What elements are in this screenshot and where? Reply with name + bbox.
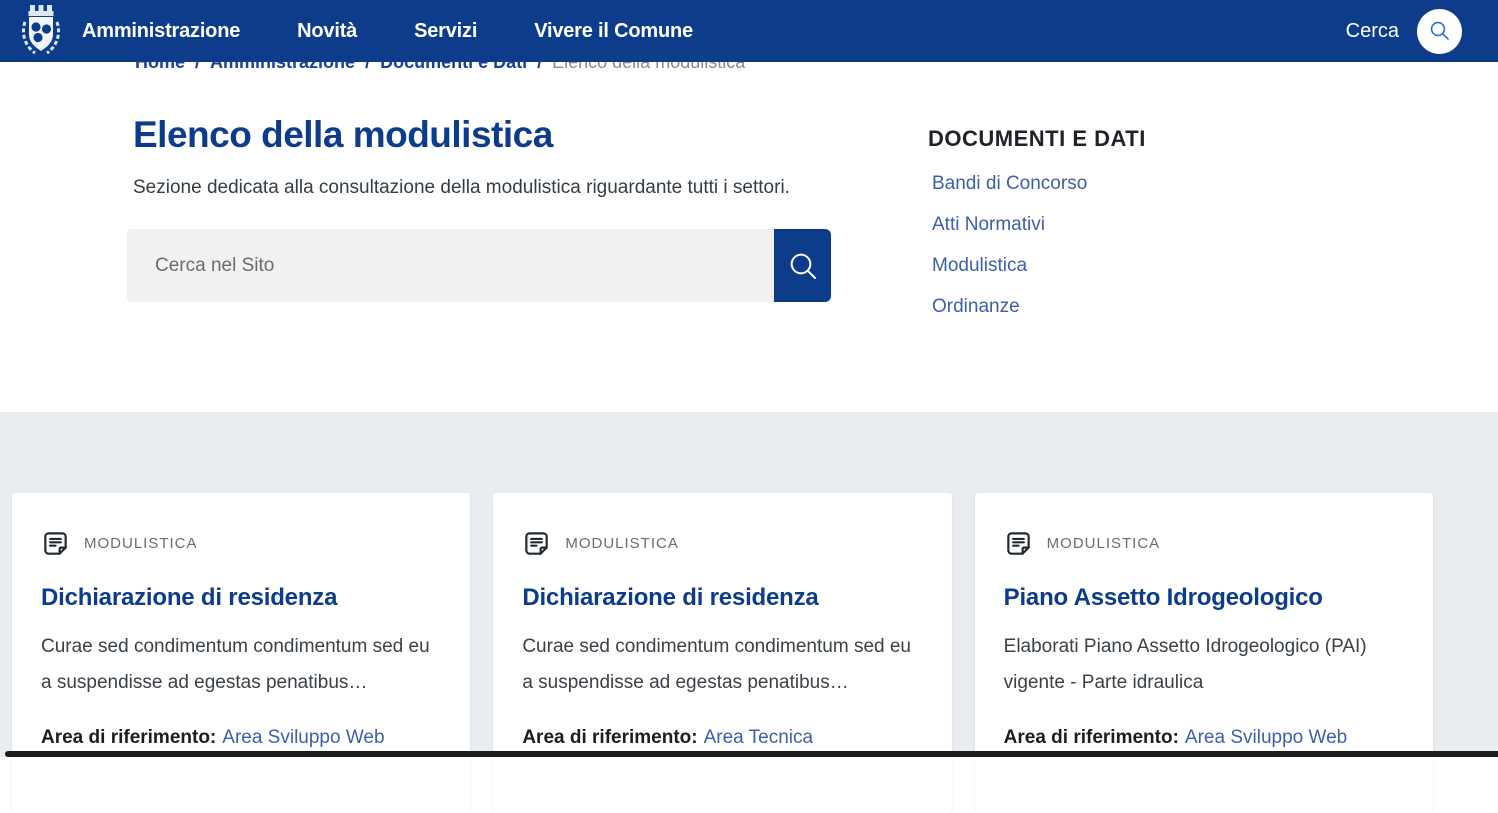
card-area-link[interactable]: Area Tecnica	[704, 727, 814, 748]
card-area-link[interactable]: Area Sviluppo Web	[1185, 727, 1347, 748]
sidebar-title: DOCUMENTI E DATI	[928, 126, 1228, 152]
card-description: Curae sed condimentum condimentum sed eu…	[41, 629, 440, 701]
note-icon	[41, 529, 70, 558]
navbar-search-area: Cerca	[1346, 9, 1462, 54]
card-description: Elaborati Piano Assetto Idrogeologico (P…	[1004, 629, 1403, 701]
nav-item-amministrazione[interactable]: Amministrazione	[82, 20, 240, 43]
card-area-label: Area di riferimento:	[1004, 727, 1179, 748]
card-title-link[interactable]: Dichiarazione di residenza	[522, 584, 921, 612]
card-category: MODULISTICA	[1047, 535, 1161, 552]
site-search-submit-button[interactable]	[774, 229, 831, 302]
sidebar-link-modulistica[interactable]: Modulistica	[932, 255, 1228, 277]
card-title-link[interactable]: Dichiarazione di residenza	[41, 584, 440, 612]
sidebar-link-ordinanze[interactable]: Ordinanze	[932, 296, 1228, 318]
note-icon	[1004, 529, 1033, 558]
cards-row: MODULISTICA Dichiarazione di residenza C…	[12, 493, 1433, 813]
results-section: MODULISTICA Dichiarazione di residenza C…	[0, 412, 1498, 757]
note-icon	[522, 529, 551, 558]
page-subtitle: Sezione dedicata alla consultazione dell…	[133, 177, 790, 199]
documents-sidebar: DOCUMENTI E DATI Bandi di Concorso Atti …	[928, 126, 1228, 337]
card-area-link[interactable]: Area Sviluppo Web	[222, 727, 384, 748]
nav-item-servizi[interactable]: Servizi	[414, 20, 477, 43]
top-navbar: Amministrazione Novità Servizi Vivere il…	[0, 0, 1498, 62]
nav-item-novita[interactable]: Novità	[297, 20, 357, 43]
page-title: Elenco della modulistica	[133, 114, 553, 156]
search-icon	[787, 250, 819, 282]
navbar-search-button[interactable]	[1417, 9, 1462, 54]
card-title-link[interactable]: Piano Assetto Idrogeologico	[1004, 584, 1403, 612]
card-category: MODULISTICA	[565, 535, 679, 552]
sidebar-link-bandi-di-concorso[interactable]: Bandi di Concorso	[932, 173, 1228, 195]
card-category: MODULISTICA	[84, 535, 198, 552]
nav-item-vivere-il-comune[interactable]: Vivere il Comune	[534, 20, 693, 43]
municipal-coat-of-arms-logo[interactable]	[18, 4, 64, 58]
site-search-form	[127, 229, 831, 302]
site-search-input[interactable]	[127, 229, 774, 302]
horizontal-scrollbar[interactable]	[5, 751, 1498, 757]
card-area-label: Area di riferimento:	[41, 727, 216, 748]
modulistica-card: MODULISTICA Dichiarazione di residenza C…	[493, 493, 951, 813]
main-navigation: Amministrazione Novità Servizi Vivere il…	[82, 20, 693, 43]
modulistica-card: MODULISTICA Piano Assetto Idrogeologico …	[975, 493, 1433, 813]
sidebar-link-atti-normativi[interactable]: Atti Normativi	[932, 214, 1228, 236]
card-area-label: Area di riferimento:	[522, 727, 697, 748]
search-icon	[1428, 19, 1452, 43]
card-description: Curae sed condimentum condimentum sed eu…	[522, 629, 921, 701]
modulistica-card: MODULISTICA Dichiarazione di residenza C…	[12, 493, 470, 813]
navbar-search-label[interactable]: Cerca	[1346, 20, 1399, 43]
